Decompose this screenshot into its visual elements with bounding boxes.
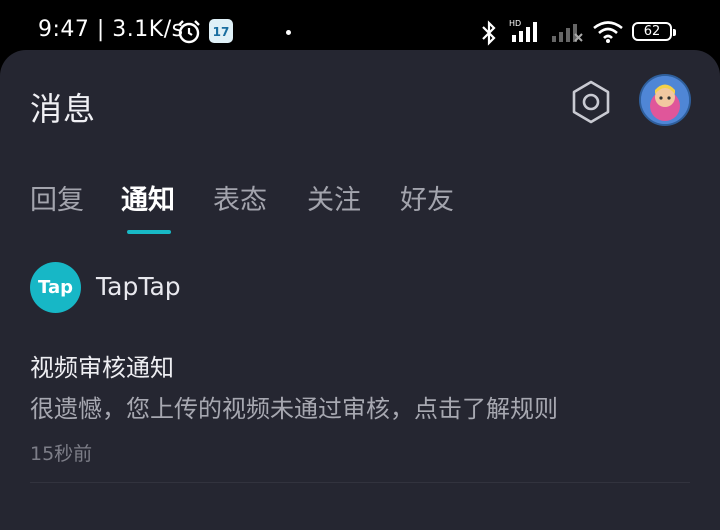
tab-replies[interactable]: 回复 <box>30 178 84 217</box>
notification-body: 很遗憾，您上传的视频未通过审核，点击了解规则 <box>30 395 558 423</box>
taptap-logo-icon[interactable]: Tap <box>30 262 81 313</box>
bluetooth-icon <box>478 20 500 50</box>
notification-time: 15秒前 <box>30 443 93 465</box>
avatar-image <box>641 76 689 124</box>
tab-reactions[interactable]: 表态 <box>213 178 267 217</box>
divider <box>30 482 690 483</box>
notification-title: 视频审核通知 <box>30 354 174 382</box>
app-name[interactable]: TapTap <box>96 272 181 301</box>
alarm-icon <box>176 19 202 49</box>
signal-off-icon <box>550 22 584 48</box>
signal-icon: HD <box>508 18 546 48</box>
settings-icon[interactable] <box>568 79 614 125</box>
tab-notifications[interactable]: 通知 <box>121 178 175 217</box>
notification-dot <box>286 30 291 35</box>
notification-item[interactable]: Tap TapTap 视频审核通知 很遗憾，您上传的视频未通过审核，点击了解规则… <box>30 262 690 482</box>
page-title: 消息 <box>30 90 97 128</box>
tab-friends[interactable]: 好友 <box>400 178 454 217</box>
wifi-icon <box>592 20 624 48</box>
tab-follows[interactable]: 关注 <box>307 178 361 217</box>
status-time-speed: 9:47 | 3.1K/s <box>38 17 184 42</box>
calendar-icon: 17 <box>209 19 233 43</box>
avatar[interactable] <box>639 74 691 126</box>
messages-sheet: 消息 回复 通知 表态 关注 好友 Tap TapTap 视频审核通知 很遗憾，… <box>0 50 720 530</box>
battery-icon: 62 <box>632 22 676 41</box>
active-tab-indicator <box>127 230 171 234</box>
hd-label: HD <box>509 19 521 28</box>
